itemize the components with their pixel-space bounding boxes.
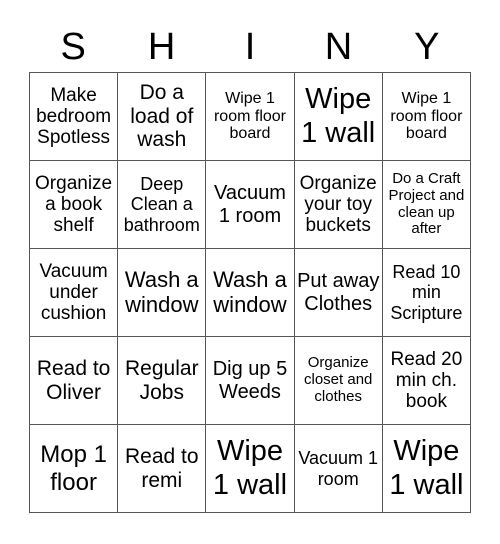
- bingo-cell[interactable]: Do a load of wash: [118, 73, 207, 161]
- bingo-cell[interactable]: Make bedroom Spotless: [30, 73, 119, 161]
- title-letter-h: H: [147, 26, 176, 68]
- bingo-cell[interactable]: Vacuum under cushion: [30, 249, 119, 337]
- bingo-cell[interactable]: Read to remi: [118, 425, 207, 513]
- bingo-cell[interactable]: Wipe 1 wall: [382, 425, 471, 513]
- bingo-cell[interactable]: Read to Oliver: [30, 337, 119, 425]
- bingo-cell[interactable]: Wipe 1 room floor board: [382, 73, 471, 161]
- bingo-cell[interactable]: Wipe 1 wall: [206, 425, 295, 513]
- title-letter-s: S: [60, 26, 86, 68]
- bingo-cell[interactable]: Organize your toy buckets: [294, 161, 383, 249]
- bingo-cell[interactable]: Wipe 1 room floor board: [206, 73, 295, 161]
- bingo-cell[interactable]: Dig up 5 Weeds: [206, 337, 295, 425]
- bingo-cell[interactable]: Organize a book shelf: [30, 161, 119, 249]
- bingo-title: S H I N Y: [29, 22, 471, 72]
- bingo-card: Make bedroom Spotless Do a load of wash …: [29, 72, 471, 513]
- bingo-cell[interactable]: Read 10 min Scripture: [382, 249, 471, 337]
- title-letter-y: Y: [414, 26, 440, 68]
- bingo-cell[interactable]: Put away Clothes: [294, 249, 383, 337]
- title-letter-i: I: [244, 26, 256, 68]
- bingo-cell[interactable]: Wash a window: [118, 249, 207, 337]
- bingo-cell[interactable]: Mop 1 floor: [30, 425, 119, 513]
- bingo-cell[interactable]: Vacuum 1 room: [206, 161, 295, 249]
- bingo-cell[interactable]: Do a Craft Project and clean up after: [382, 161, 471, 249]
- bingo-cell[interactable]: Organize closet and clothes: [294, 337, 383, 425]
- title-letter-n: N: [324, 26, 353, 68]
- bingo-cell[interactable]: Read 20 min ch. book: [382, 337, 471, 425]
- bingo-cell[interactable]: Deep Clean a bathroom: [118, 161, 207, 249]
- bingo-cell[interactable]: Vacuum 1 room: [294, 425, 383, 513]
- bingo-cell[interactable]: Wash a window: [206, 249, 295, 337]
- bingo-cell[interactable]: Regular Jobs: [118, 337, 207, 425]
- bingo-cell[interactable]: Wipe 1 wall: [294, 73, 383, 161]
